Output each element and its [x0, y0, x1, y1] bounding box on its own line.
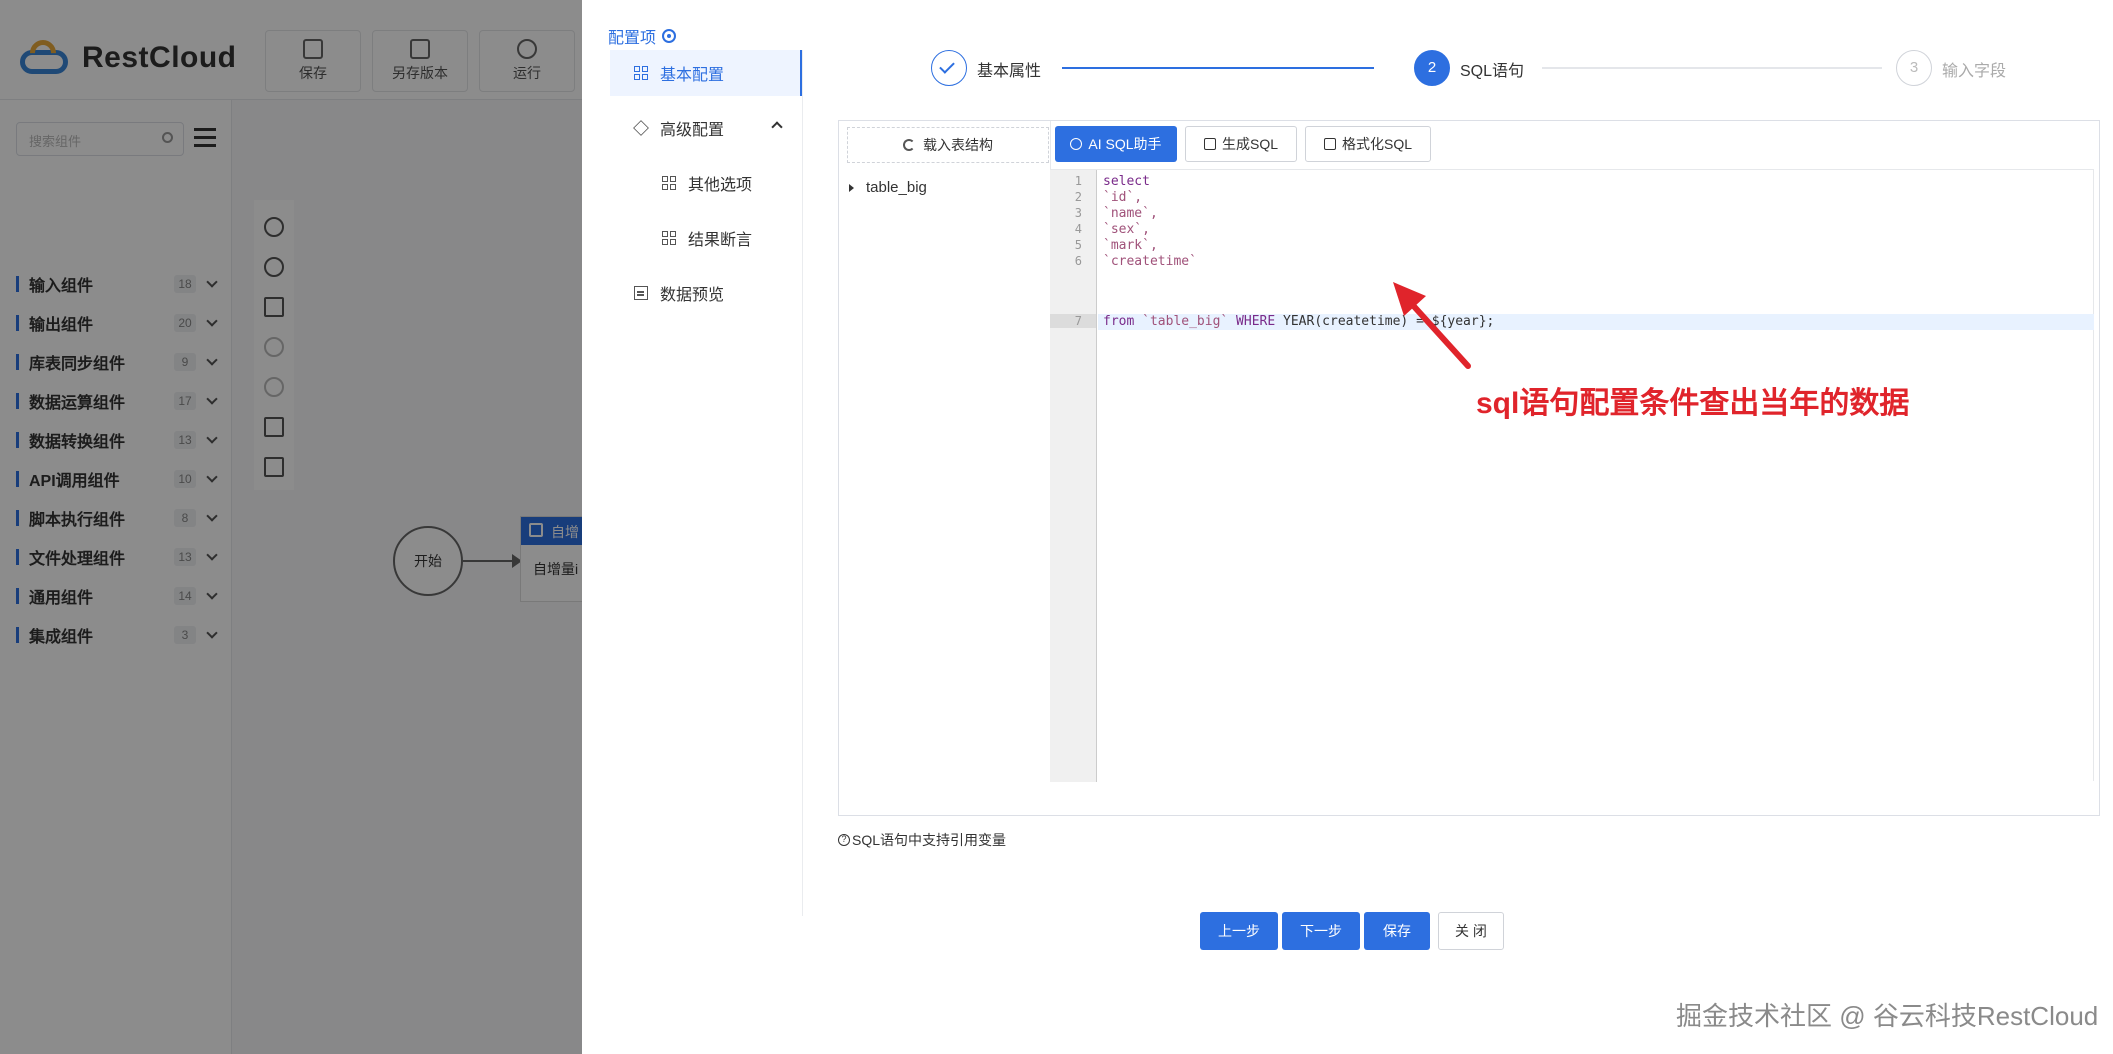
- code-line: `createtime`: [1103, 254, 1197, 269]
- menu-result-assertion[interactable]: 结果断言: [610, 215, 803, 261]
- menu-data-preview[interactable]: 数据预览: [610, 270, 803, 316]
- menu-divider: [802, 50, 803, 916]
- generate-sql-button[interactable]: 生成SQL: [1185, 126, 1297, 162]
- step-3-label[interactable]: 输入字段: [1942, 57, 2006, 81]
- ai-sql-assistant-button[interactable]: AI SQL助手: [1055, 126, 1177, 162]
- watermark: 掘金技术社区 @ 谷云科技RestCloud: [1676, 1001, 2099, 1031]
- menu-label: 数据预览: [660, 287, 725, 304]
- menu-advanced-config[interactable]: 高级配置: [610, 105, 803, 151]
- refresh-icon: [903, 139, 915, 151]
- menu-label: 结果断言: [688, 232, 753, 249]
- sql-editor-panel: 载入表结构 table_big AI SQL助手 生成SQL 格式化SQL 1 …: [838, 120, 2100, 816]
- line-number: 1: [1074, 174, 1082, 188]
- target-icon: [662, 29, 677, 43]
- next-step-button[interactable]: 下一步: [1282, 912, 1360, 950]
- step-1-circle[interactable]: [931, 50, 967, 86]
- close-button[interactable]: 关 闭: [1438, 912, 1504, 950]
- menu-label: 其他选项: [688, 177, 753, 194]
- caret-right-icon[interactable]: [849, 183, 854, 192]
- table-icon: [634, 286, 648, 300]
- question-icon: ?: [838, 834, 850, 846]
- code-line: `mark`,: [1103, 238, 1158, 253]
- hint-text: SQL语句中支持引用变量: [852, 832, 1007, 848]
- line-number: 6: [1074, 254, 1082, 268]
- line-number: 3: [1074, 206, 1082, 220]
- line-number: 7: [1050, 314, 1096, 328]
- config-title-text: 配置项: [608, 30, 657, 47]
- annotation-text: sql语句配置条件查出当年的数据: [1476, 387, 1910, 420]
- prev-step-button[interactable]: 上一步: [1200, 912, 1278, 950]
- step-2-circle[interactable]: 2: [1414, 50, 1450, 86]
- code-line: select: [1103, 174, 1150, 189]
- tree-item-table[interactable]: table_big: [849, 179, 927, 196]
- chevron-up-icon: [771, 121, 783, 133]
- grid-icon: [662, 176, 676, 190]
- menu-label: 高级配置: [660, 122, 725, 139]
- sql-code-editor[interactable]: 1 2 3 4 5 6 7 select `id`, `name`, `sex`…: [1050, 169, 2094, 782]
- step-connector: [1542, 67, 1882, 69]
- load-table-structure-button[interactable]: 载入表结构: [847, 127, 1049, 163]
- sql-expression: YEAR(createtime) = ${year};: [1283, 314, 1495, 329]
- ai-icon: [1070, 138, 1083, 150]
- tree-item-label: table_big: [866, 179, 927, 196]
- document-icon: [1323, 138, 1336, 150]
- menu-other-options[interactable]: 其他选项: [610, 160, 803, 206]
- format-sql-button[interactable]: 格式化SQL: [1305, 126, 1431, 162]
- sql-identifier: `table_big`: [1142, 314, 1229, 329]
- step-1-label[interactable]: 基本属性: [977, 57, 1041, 81]
- line-number: 2: [1074, 190, 1082, 204]
- menu-label: 基本配置: [660, 67, 725, 84]
- ai-sql-label: AI SQL助手: [1088, 136, 1162, 152]
- menu-basic-config[interactable]: 基本配置: [610, 50, 803, 96]
- load-button-label: 载入表结构: [923, 137, 993, 153]
- variable-hint: ? SQL语句中支持引用变量: [838, 830, 1006, 850]
- generate-sql-label: 生成SQL: [1221, 136, 1278, 152]
- code-line: `id`,: [1103, 190, 1143, 205]
- code-line: `sex`,: [1103, 222, 1150, 237]
- line-number: 4: [1074, 222, 1082, 236]
- config-title: 配置项: [608, 24, 677, 48]
- line-number: 5: [1074, 238, 1082, 252]
- check-icon: [939, 58, 955, 74]
- sql-keyword: WHERE: [1228, 314, 1284, 329]
- sql-keyword: from: [1103, 314, 1143, 329]
- grid-icon: [634, 66, 648, 80]
- code-line: `name`,: [1103, 206, 1158, 221]
- format-sql-label: 格式化SQL: [1341, 136, 1412, 152]
- cube-icon: [633, 120, 649, 136]
- terminal-icon: [1203, 138, 1216, 150]
- step-connector: [1062, 67, 1374, 69]
- modal-overlay[interactable]: [0, 0, 582, 1054]
- config-drawer: 配置项 基本配置 高级配置 其他选项 结果断言 数据预览 基本属性 2 SQL语…: [582, 0, 2113, 1054]
- code-line: from `table_big` WHERE YEAR(createtime) …: [1103, 314, 1494, 329]
- step-3-circle[interactable]: 3: [1896, 50, 1932, 86]
- grid-icon: [662, 231, 676, 245]
- save-button[interactable]: 保存: [1364, 912, 1430, 950]
- step-2-label[interactable]: SQL语句: [1460, 57, 1524, 81]
